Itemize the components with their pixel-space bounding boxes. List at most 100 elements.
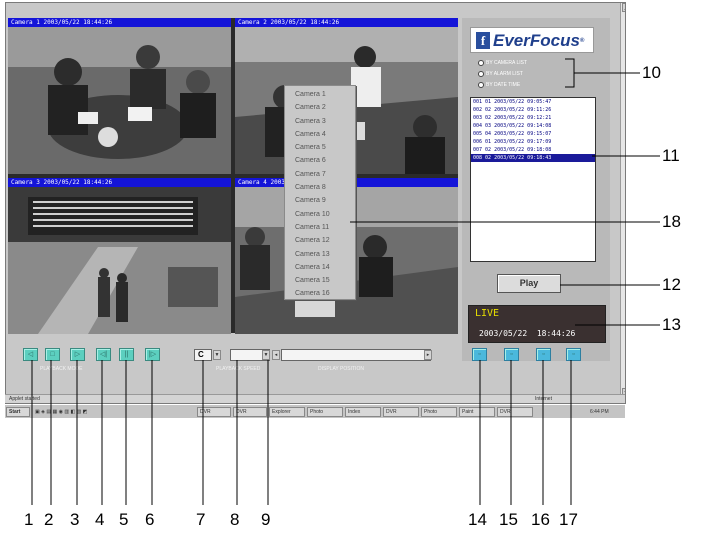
- taskbar-item[interactable]: Photo: [421, 407, 457, 417]
- menu-item-camera-5[interactable]: Camera 5: [285, 141, 355, 154]
- stop-button[interactable]: □: [45, 348, 60, 361]
- rewind-button[interactable]: ◁: [23, 348, 38, 361]
- list-item-selected[interactable]: 008 02 2003/05/22 09:18:43: [471, 154, 595, 162]
- callout-6: 6: [145, 510, 155, 529]
- office-meeting-image: [8, 27, 231, 174]
- menu-item-camera-12[interactable]: Camera 12: [285, 234, 355, 247]
- radio-dot-icon: [478, 70, 484, 77]
- menu-item-camera-16[interactable]: Camera 16: [285, 287, 355, 300]
- sixteen-view-button[interactable]: ▫: [566, 348, 581, 361]
- airport-hall-image: [8, 187, 231, 334]
- quick-launch-icons[interactable]: ▣ ◈ ▤ ▦ ◉ ▥ ◧ ▨ ◩: [35, 407, 87, 417]
- radio-by-camera[interactable]: BY CAMERA LIST: [478, 58, 588, 68]
- sixteen-view-icon: ▫: [572, 351, 575, 358]
- start-button[interactable]: Start: [6, 407, 30, 417]
- camera-view-1[interactable]: Camera 1 2003/05/22 18:44:26: [8, 18, 231, 174]
- callout-4: 4: [95, 510, 105, 529]
- camera-select-menu[interactable]: Camera 1 Camera 2 Camera 3 Camera 4 Came…: [284, 85, 356, 300]
- display-position-label: DISPLAY POSITION: [318, 366, 364, 372]
- taskbar-item[interactable]: Photo: [307, 407, 343, 417]
- list-item[interactable]: 006 01 2003/05/22 09:17:09: [471, 138, 595, 146]
- list-item[interactable]: 007 02 2003/05/22 09:18:08: [471, 146, 595, 154]
- taskbar-item[interactable]: DVR: [233, 407, 267, 417]
- taskbar-item[interactable]: Index: [345, 407, 381, 417]
- radio-dot-icon: [478, 81, 484, 88]
- quad-view-icon: ▫: [510, 351, 513, 358]
- menu-item-camera-10[interactable]: Camera 10: [285, 208, 355, 221]
- radio-by-alarm[interactable]: BY ALARM LIST: [478, 69, 588, 79]
- menu-item-camera-4[interactable]: Camera 4: [285, 128, 355, 141]
- zone-text: Internet: [535, 396, 552, 402]
- callout-2: 2: [44, 510, 54, 529]
- live-time: 18:44:26: [536, 329, 576, 338]
- callout-17: 17: [559, 510, 578, 529]
- status-text: Applet started: [9, 396, 40, 402]
- step-back-button[interactable]: ◁|: [96, 348, 111, 361]
- scroll-up-icon[interactable]: ▲: [622, 3, 625, 12]
- camera-view-3[interactable]: Camera 3 2003/05/22 18:44:26: [8, 178, 231, 334]
- pause-icon: ||: [124, 351, 129, 358]
- menu-item-camera-8[interactable]: Camera 8: [285, 181, 355, 194]
- stop-icon: □: [50, 351, 55, 358]
- menu-item-camera-2[interactable]: Camera 2: [285, 101, 355, 114]
- list-item[interactable]: 002 02 2003/05/22 09:11:26: [471, 106, 595, 114]
- taskbar-item[interactable]: DVR: [197, 407, 231, 417]
- step-forward-icon: |▷: [148, 351, 157, 358]
- taskbar-item[interactable]: Explorer: [269, 407, 305, 417]
- camera-select[interactable]: C: [194, 349, 212, 361]
- step-forward-button[interactable]: |▷: [145, 348, 160, 361]
- logo-mark: f: [476, 32, 490, 49]
- live-status-panel: LIVE 2003/05/22 18:44:26: [468, 305, 606, 343]
- pause-button[interactable]: ||: [119, 348, 134, 361]
- menu-item-camera-14[interactable]: Camera 14: [285, 261, 355, 274]
- list-item[interactable]: 001 01 2003/05/22 09:05:47: [471, 98, 595, 106]
- camera-caption: Camera 3 2003/05/22 18:44:26: [8, 178, 231, 187]
- callout-9: 9: [261, 510, 271, 529]
- callout-11: 11: [662, 146, 680, 165]
- callout-12: 12: [662, 275, 681, 294]
- playback-speed-label: PLAYBACK SPEED: [216, 366, 261, 372]
- menu-item-camera-7[interactable]: Camera 7: [285, 168, 355, 181]
- callout-14: 14: [468, 510, 487, 529]
- everfocus-logo: f EverFocus®: [470, 27, 594, 53]
- camera-select-dropdown-icon[interactable]: ▼: [213, 350, 221, 360]
- menu-item-camera-11[interactable]: Camera 11: [285, 221, 355, 234]
- display-position-bar[interactable]: [281, 349, 431, 361]
- playback-mode-label: PLAYBACK MODE: [40, 366, 83, 372]
- taskbar-item[interactable]: DVR: [497, 407, 533, 417]
- quad-view-button[interactable]: ▫: [504, 348, 519, 361]
- menu-item-camera-3[interactable]: Camera 3: [285, 115, 355, 128]
- menu-item-camera-13[interactable]: Camera 13: [285, 248, 355, 261]
- callout-13: 13: [662, 315, 681, 334]
- window-scrollbar[interactable]: ▲ ▼: [620, 3, 625, 399]
- callout-18: 18: [662, 212, 681, 231]
- menu-item-camera-1[interactable]: Camera 1: [285, 88, 355, 101]
- speed-dropdown-icon[interactable]: ▼: [262, 350, 270, 360]
- taskbar-item[interactable]: Paint: [459, 407, 495, 417]
- list-item[interactable]: 003 02 2003/05/22 09:12:21: [471, 114, 595, 122]
- position-left-icon[interactable]: ◂: [272, 350, 280, 360]
- step-back-icon: ◁|: [99, 351, 108, 358]
- radio-by-date[interactable]: BY DATE TIME: [478, 80, 588, 90]
- live-date: 2003/05/22: [479, 329, 528, 338]
- nine-view-icon: ▫: [542, 351, 545, 358]
- full-screen-button[interactable]: ▫: [472, 348, 487, 361]
- taskbar-clock: 6:44 PM: [590, 409, 609, 415]
- logo-name: EverFocus: [493, 31, 580, 50]
- event-list[interactable]: 001 01 2003/05/22 09:05:47 002 02 2003/0…: [470, 97, 596, 262]
- live-label: LIVE: [475, 308, 500, 319]
- browser-status-bar: Applet started Internet: [5, 394, 625, 403]
- full-screen-icon: ▫: [478, 351, 481, 358]
- menu-item-camera-6[interactable]: Camera 6: [285, 154, 355, 167]
- position-right-icon[interactable]: ▸: [424, 350, 432, 360]
- nine-view-button[interactable]: ▫: [536, 348, 551, 361]
- play-forward-button[interactable]: ▷: [70, 348, 85, 361]
- callout-8: 8: [230, 510, 240, 529]
- list-item[interactable]: 005 04 2003/05/22 09:15:07: [471, 130, 595, 138]
- list-item[interactable]: 004 03 2003/05/22 09:14:08: [471, 122, 595, 130]
- taskbar-item[interactable]: DVR: [383, 407, 419, 417]
- menu-item-camera-9[interactable]: Camera 9: [285, 194, 355, 207]
- callout-5: 5: [119, 510, 129, 529]
- menu-item-camera-15[interactable]: Camera 15: [285, 274, 355, 287]
- play-button[interactable]: Play: [497, 274, 561, 293]
